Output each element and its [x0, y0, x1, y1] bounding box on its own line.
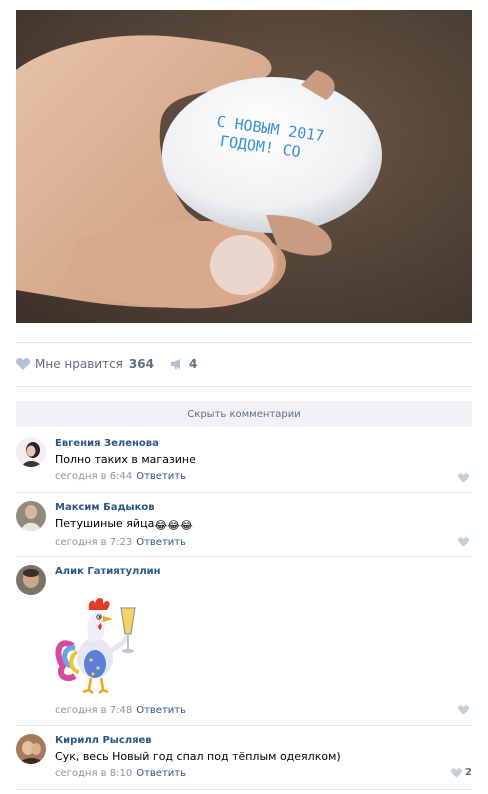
comment-author[interactable]: Максим Бадыков: [55, 501, 472, 514]
like-count: 364: [128, 357, 154, 371]
separator: [16, 386, 472, 387]
comment-like-count: 2: [465, 767, 472, 778]
post-photo[interactable]: С НОВЫМ 2017 ГОДОМ! СО: [16, 10, 472, 323]
comment-author[interactable]: Алик Гатиятуллин: [55, 565, 472, 578]
comment-author[interactable]: Кирилл Рысляев: [55, 734, 472, 747]
comment-text: Сук, весь Новый год спал под тёплым одея…: [55, 750, 341, 763]
comment-like-button[interactable]: [458, 705, 472, 715]
reply-button[interactable]: Ответить: [136, 768, 186, 779]
comment-time[interactable]: сегодня в 6:44: [55, 471, 132, 482]
avatar[interactable]: [16, 501, 46, 531]
like-label: Мне нравится: [35, 357, 123, 371]
heart-icon: [458, 537, 469, 547]
comment-text: Петушиные яйца: [55, 517, 155, 530]
comment-author[interactable]: Евгения Зеленова: [55, 437, 472, 450]
comment: Максим Бадыков Петушиные яйца😂😂😂 сегодня…: [16, 501, 472, 551]
avatar[interactable]: [16, 734, 46, 764]
post-actions: Мне нравится 364 4: [16, 352, 213, 376]
rooster-sticker: [55, 586, 145, 696]
repost-count: 4: [188, 357, 198, 371]
separator: [16, 789, 472, 790]
separator: [16, 492, 472, 493]
comment-time[interactable]: сегодня в 7:48: [55, 705, 132, 716]
heart-icon: [16, 358, 30, 370]
separator: [16, 725, 472, 726]
comment: Кирилл Рысляев Сук, весь Новый год спал …: [16, 734, 472, 784]
comment-like-button[interactable]: [458, 473, 472, 483]
repost-button[interactable]: 4: [170, 357, 197, 371]
heart-icon: [458, 473, 469, 483]
laughing-emoji: 😂😂😂: [154, 519, 193, 532]
avatar[interactable]: [16, 565, 46, 595]
comment-like-button[interactable]: 2: [451, 767, 472, 778]
comment-time[interactable]: сегодня в 8:10: [55, 768, 132, 779]
separator: [16, 342, 472, 343]
avatar[interactable]: [16, 437, 46, 467]
reply-button[interactable]: Ответить: [136, 705, 186, 716]
comment: Алик Гатиятуллин сегодня в 7:48 Ответить: [16, 565, 472, 716]
like-button[interactable]: Мне нравится 364: [16, 357, 154, 371]
heart-icon: [451, 767, 462, 778]
heart-icon: [458, 705, 469, 715]
reply-button[interactable]: Ответить: [136, 537, 186, 548]
reply-button[interactable]: Ответить: [136, 471, 186, 482]
hide-comments-button[interactable]: Скрыть комментарии: [16, 401, 472, 427]
comment: Евгения Зеленова Полно таких в магазине …: [16, 437, 472, 487]
comment-like-button[interactable]: [458, 537, 472, 547]
comment-text: Полно таких в магазине: [55, 453, 196, 466]
separator: [16, 556, 472, 557]
megaphone-icon: [170, 359, 180, 370]
comment-time[interactable]: сегодня в 7:23: [55, 537, 132, 548]
